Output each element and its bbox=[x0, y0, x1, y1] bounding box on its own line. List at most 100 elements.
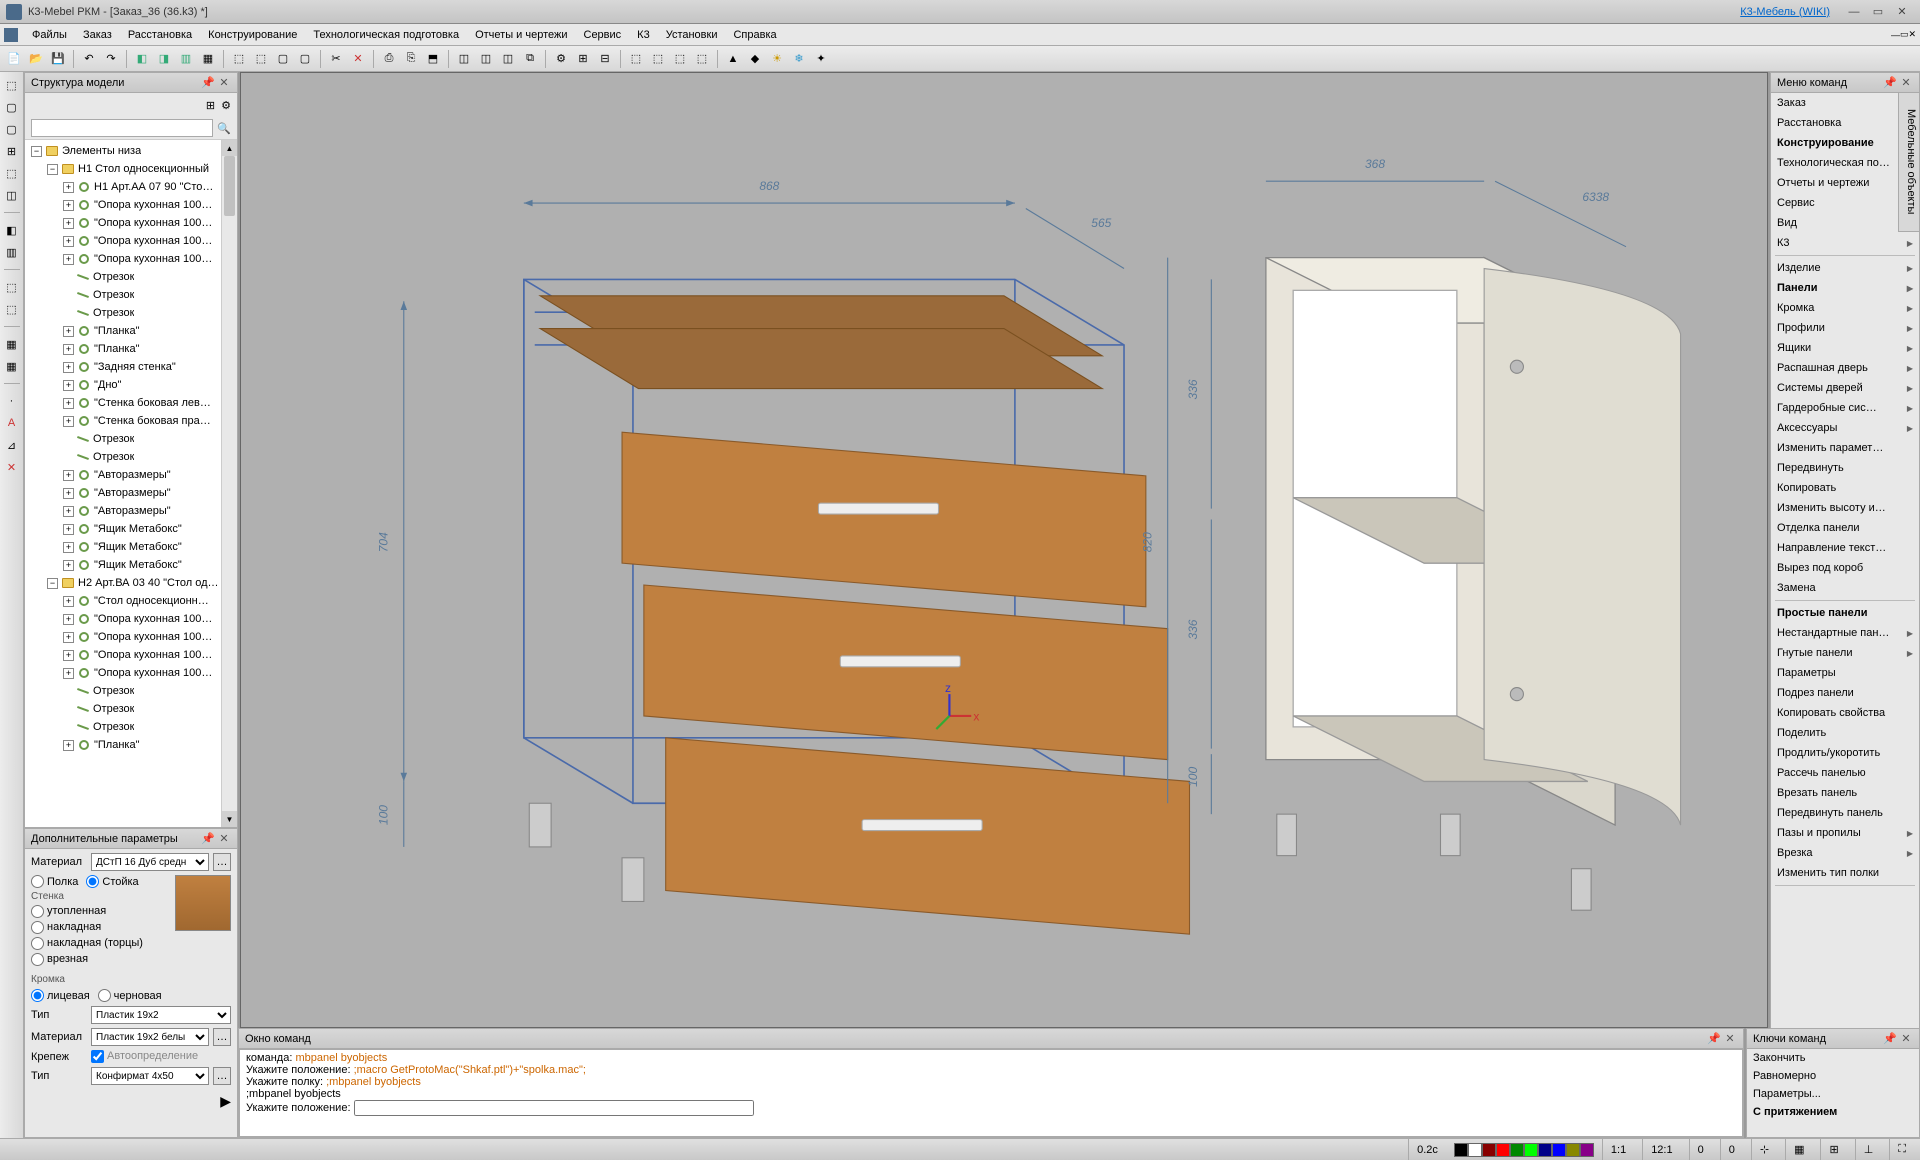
cmd-item[interactable]: Сервис▶ bbox=[1771, 193, 1919, 213]
tree-node[interactable]: +"Опора кухонная 100… bbox=[25, 628, 237, 646]
tree-node[interactable]: −Н1 Стол односекционный bbox=[25, 160, 237, 178]
menu-К3[interactable]: К3 bbox=[629, 27, 658, 43]
material2-select[interactable]: Пластик 19x2 белы bbox=[91, 1028, 209, 1046]
tree-node[interactable]: +"Опора кухонная 100… bbox=[25, 196, 237, 214]
tree-node[interactable]: Отрезок bbox=[25, 286, 237, 304]
tool-icon[interactable]: ⊞ bbox=[573, 49, 593, 69]
vtool-icon[interactable]: ▦ bbox=[3, 357, 21, 375]
tool-icon[interactable]: ◨ bbox=[154, 49, 174, 69]
furniture-objects-tab[interactable]: Мебельные объекты bbox=[1898, 92, 1920, 232]
material-select[interactable]: ДСтП 16 Дуб средн bbox=[91, 853, 209, 871]
tool-icon[interactable]: ☀ bbox=[767, 49, 787, 69]
tool-icon[interactable]: ◫ bbox=[454, 49, 474, 69]
material-browse-button[interactable]: … bbox=[213, 853, 231, 871]
litsevaia-radio[interactable]: лицевая bbox=[31, 989, 90, 1002]
stoika-radio[interactable]: Стойка bbox=[86, 875, 138, 888]
tree-node[interactable]: +"Опора кухонная 100… bbox=[25, 214, 237, 232]
tree-node[interactable]: −Н2 Арт.ВА 03 40 "Стол од… bbox=[25, 574, 237, 592]
menu-Конструирование[interactable]: Конструирование bbox=[200, 27, 305, 43]
tool-icon[interactable]: ▥ bbox=[176, 49, 196, 69]
tree-node[interactable]: +"Опора кухонная 100… bbox=[25, 664, 237, 682]
cmd-item[interactable]: Продлить/укоротить bbox=[1771, 743, 1919, 763]
cmd-item[interactable]: Профили▶ bbox=[1771, 318, 1919, 338]
material2-browse-button[interactable]: … bbox=[213, 1028, 231, 1046]
panel-pin-icon[interactable]: 📌 bbox=[1707, 1032, 1721, 1046]
tip2-browse-button[interactable]: … bbox=[213, 1067, 231, 1085]
close-button[interactable]: ✕ bbox=[1890, 3, 1914, 21]
panel-pin-icon[interactable]: 📌 bbox=[1883, 1032, 1897, 1046]
tree-node[interactable]: +"Стенка боковая лев… bbox=[25, 394, 237, 412]
vtool-icon[interactable]: ▢ bbox=[3, 120, 21, 138]
cmd-item[interactable]: Распашная дверь▶ bbox=[1771, 358, 1919, 378]
tool-icon[interactable]: ◫ bbox=[498, 49, 518, 69]
tree-node[interactable]: +"Планка" bbox=[25, 736, 237, 754]
tree-node[interactable]: Отрезок bbox=[25, 448, 237, 466]
panel-close-icon[interactable]: ✕ bbox=[217, 832, 231, 846]
cmd-item[interactable]: Нестандартные пан…▶ bbox=[1771, 623, 1919, 643]
menu-Заказ[interactable]: Заказ bbox=[75, 27, 120, 43]
tree-node[interactable]: −Элементы низа bbox=[25, 142, 237, 160]
cmd-item[interactable]: Аксессуары▶ bbox=[1771, 418, 1919, 438]
cmd-item[interactable]: Системы дверей▶ bbox=[1771, 378, 1919, 398]
cmd-item[interactable]: Врезка▶ bbox=[1771, 843, 1919, 863]
tree-node[interactable]: +"Задняя стенка" bbox=[25, 358, 237, 376]
cmd-item[interactable]: Пазы и пропилы▶ bbox=[1771, 823, 1919, 843]
chernovaia-radio[interactable]: черновая bbox=[98, 989, 162, 1002]
doc-close-button[interactable]: ✕ bbox=[1908, 29, 1916, 40]
tree-node[interactable]: +"Авторазмеры" bbox=[25, 466, 237, 484]
tree-node[interactable]: Отрезок bbox=[25, 430, 237, 448]
cmd-item[interactable]: Направление текст… bbox=[1771, 538, 1919, 558]
cmd-item[interactable]: Замена bbox=[1771, 578, 1919, 598]
grid-icon[interactable]: ▦ bbox=[1785, 1139, 1812, 1160]
doc-minimize-button[interactable]: — bbox=[1891, 30, 1900, 40]
undo-icon[interactable]: ↶ bbox=[79, 49, 99, 69]
vtool-icon[interactable]: ⬚ bbox=[3, 300, 21, 318]
panel-close-icon[interactable]: ✕ bbox=[217, 76, 231, 90]
cmd-item[interactable]: Заказ▶ bbox=[1771, 93, 1919, 113]
expand-icon[interactable]: ⛶ bbox=[1889, 1139, 1914, 1160]
tip2-select[interactable]: Конфирмат 4х50 bbox=[91, 1067, 209, 1085]
tree-node[interactable]: +"Опора кухонная 100… bbox=[25, 250, 237, 268]
tool-icon[interactable]: ⎙ bbox=[379, 49, 399, 69]
menu-Отчеты и чертежи[interactable]: Отчеты и чертежи bbox=[467, 27, 575, 43]
new-icon[interactable]: 📄 bbox=[4, 49, 24, 69]
vtool-icon[interactable]: ◫ bbox=[3, 186, 21, 204]
menu-Установки[interactable]: Установки bbox=[658, 27, 726, 43]
cmd-item[interactable]: Врезать панель bbox=[1771, 783, 1919, 803]
tree-node[interactable]: +"Авторазмеры" bbox=[25, 484, 237, 502]
tool-icon[interactable]: ⬚ bbox=[692, 49, 712, 69]
cmd-item[interactable]: Параметры bbox=[1771, 663, 1919, 683]
search-icon[interactable]: 🔍 bbox=[217, 122, 231, 135]
cmd-item[interactable]: Гнутые панели▶ bbox=[1771, 643, 1919, 663]
vtool-icon[interactable]: ⊞ bbox=[3, 142, 21, 160]
cmd-item[interactable]: Панели▶ bbox=[1771, 278, 1919, 298]
cmd-item[interactable]: Изделие▶ bbox=[1771, 258, 1919, 278]
cmd-item[interactable]: Простые панели bbox=[1771, 603, 1919, 623]
tool-icon[interactable]: ⬚ bbox=[251, 49, 271, 69]
tool-icon[interactable]: ◆ bbox=[745, 49, 765, 69]
cmd-item[interactable]: Ящики▶ bbox=[1771, 338, 1919, 358]
cmd-item[interactable]: Поделить bbox=[1771, 723, 1919, 743]
cmd-item[interactable]: Вырез под короб bbox=[1771, 558, 1919, 578]
cmd-item[interactable]: Копировать bbox=[1771, 478, 1919, 498]
cmd-item[interactable]: К3▶ bbox=[1771, 233, 1919, 253]
cmd-item[interactable]: Передвинуть bbox=[1771, 458, 1919, 478]
tip-select[interactable]: Пластик 19x2 bbox=[91, 1006, 231, 1024]
tree-node[interactable]: Отрезок bbox=[25, 268, 237, 286]
tree-node[interactable]: +"Ящик Метабокс" bbox=[25, 556, 237, 574]
key-item[interactable]: Равномерно bbox=[1747, 1067, 1919, 1085]
tool-icon[interactable]: ⚙ bbox=[551, 49, 571, 69]
vtool-icon[interactable]: ⊿ bbox=[3, 436, 21, 454]
panel-close-icon[interactable]: ✕ bbox=[1899, 1032, 1913, 1046]
tree-node[interactable]: +"Опора кухонная 100… bbox=[25, 232, 237, 250]
tree-node[interactable]: +"Ящик Метабокс" bbox=[25, 538, 237, 556]
minimize-button[interactable]: — bbox=[1842, 3, 1866, 21]
next-icon[interactable]: ▶ bbox=[220, 1093, 231, 1109]
cmd-item[interactable]: Изменить тип полки bbox=[1771, 863, 1919, 883]
delete-icon[interactable]: ✕ bbox=[348, 49, 368, 69]
tool-icon[interactable]: ✦ bbox=[811, 49, 831, 69]
open-icon[interactable]: 📂 bbox=[26, 49, 46, 69]
vtool-icon[interactable]: A bbox=[3, 414, 21, 432]
tree-node[interactable]: Отрезок bbox=[25, 304, 237, 322]
menu-Технологическая подготовка[interactable]: Технологическая подготовка bbox=[305, 27, 467, 43]
